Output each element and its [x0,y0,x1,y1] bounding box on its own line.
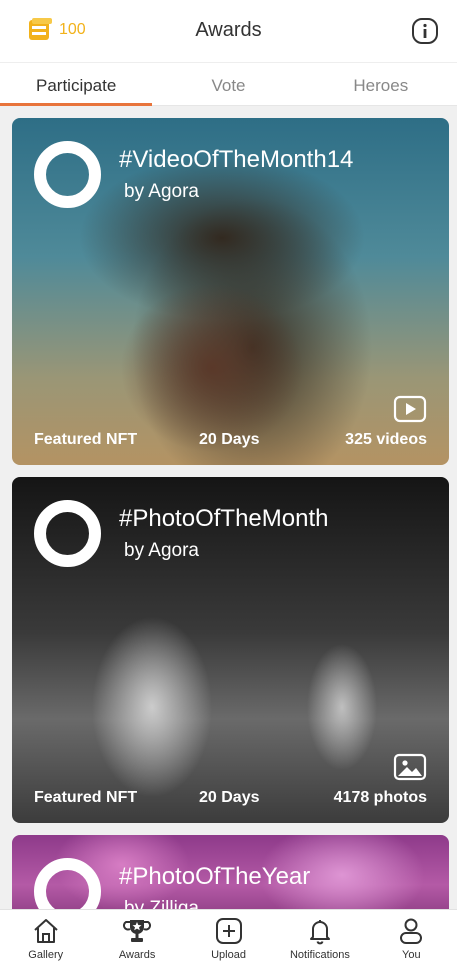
award-card-video-of-the-month[interactable]: #VideoOfTheMonth14 by Agora Featured NFT… [12,118,449,465]
award-tag: Featured NFT [34,789,138,806]
upload-icon [215,918,242,944]
info-icon [412,18,438,44]
award-title: #VideoOfTheMonth14 [119,146,354,173]
nav-label: Upload [211,949,246,961]
nav-you[interactable]: You [366,910,457,966]
award-entry-count: 4178 photos [333,789,427,806]
video-icon [393,395,427,423]
user-icon [400,918,423,944]
award-tag: Featured NFT [34,431,138,448]
bell-icon [309,920,330,945]
tab-vote[interactable]: Vote [152,63,304,105]
nav-awards[interactable]: Awards [91,910,182,966]
award-ring-logo [34,141,101,208]
page-title: Awards [195,19,262,41]
award-ring-logo [34,500,101,567]
info-button[interactable] [411,17,439,45]
trophy-icon [123,920,152,942]
nav-label: Awards [118,949,156,961]
award-organizer: by Agora [124,540,199,561]
nav-label: You [402,949,421,961]
award-title: #PhotoOfTheYear [119,863,311,890]
tab-participate[interactable]: Participate [0,63,153,106]
home-icon [34,919,58,943]
award-card-photo-of-the-month[interactable]: #PhotoOfTheMonth by Agora Featured NFT 2… [12,477,449,823]
tab-bar: Participate Vote Heroes [0,62,457,106]
award-duration: 20 Days [199,789,260,806]
award-title: #PhotoOfTheMonth [119,505,329,532]
nav-notifications[interactable]: Notifications [274,910,365,966]
bottom-navigation: Gallery Awards Upload Notifications You [0,909,457,966]
award-duration: 20 Days [199,431,260,448]
nav-label: Notifications [289,949,350,961]
app-header: 100 Awards [0,0,457,62]
award-organizer: by Agora [124,181,199,202]
nav-upload[interactable]: Upload [183,910,274,966]
nav-gallery[interactable]: Gallery [0,910,91,966]
nav-label: Gallery [28,949,64,961]
award-entry-count: 325 videos [345,431,427,448]
photo-icon [393,753,427,781]
tab-heroes[interactable]: Heroes [305,63,457,105]
